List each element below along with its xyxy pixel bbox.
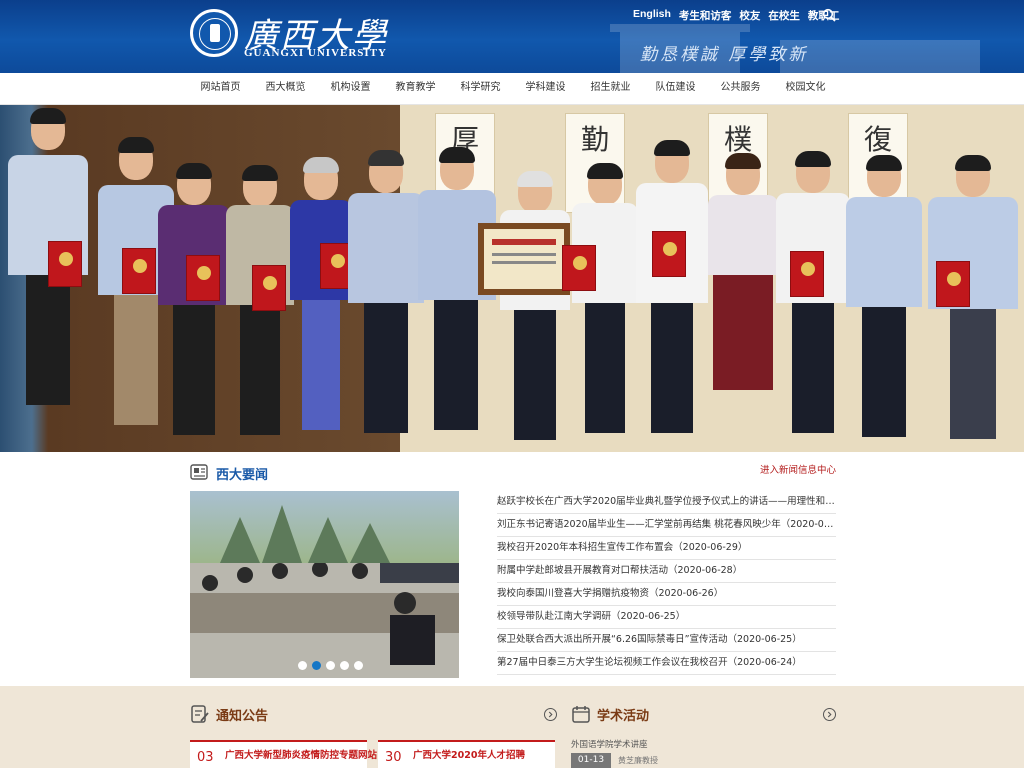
notice-card[interactable]: 30 广西大学2020年人才招聘 — [378, 740, 555, 768]
notice-title: 通知公告 — [216, 709, 269, 724]
nav-item-organization[interactable]: 机构设置 — [318, 73, 383, 103]
calendar-icon — [572, 706, 590, 723]
notice-date-day: 30 — [385, 750, 402, 765]
news-center-link[interactable]: 进入新闻信息中心 — [760, 462, 836, 476]
news-item[interactable]: 刘正东书记寄语2020届毕业生——汇学堂前再结集 桃花春风映少年（2020-06… — [497, 514, 836, 537]
activity-header: 学术活动 — [571, 704, 771, 726]
university-motto: 勤恳樸誠 厚學致新 — [640, 45, 809, 65]
nav-item-overview[interactable]: 西大概览 — [253, 73, 318, 103]
top-link-english[interactable]: English — [633, 8, 671, 23]
notice-activity-section: 通知公告 03 广西大学新型肺炎疫情防控专题网站 30 广西大学2020年人才招… — [0, 686, 1024, 768]
activity-title: 学术活动 — [597, 709, 650, 724]
news-item[interactable]: 保卫处联合西大派出所开展“6.26国际禁毒日”宣传活动（2020-06-25） — [497, 629, 836, 652]
nav-item-education[interactable]: 教育教学 — [383, 73, 448, 103]
news-photo-carousel[interactable] — [190, 491, 459, 678]
news-section-header: 西大要闻 进入新闻信息中心 — [190, 460, 836, 486]
carousel-dot[interactable] — [326, 661, 335, 670]
news-item[interactable]: 校领导带队赴江南大学调研（2020-06-25） — [497, 606, 836, 629]
hero-banner[interactable]: 厚 勤 樸 復 — [0, 105, 1024, 452]
news-list: 赵跃宇校长在广西大学2020届毕业典礼暨学位授予仪式上的讲话——用理性和担当的光… — [497, 491, 836, 675]
news-item[interactable]: 我校向泰国川登喜大学捐赠抗疫物资（2020-06-26） — [497, 583, 836, 606]
news-item[interactable]: 附属中学赴郎坡县开展教育对口帮扶活动（2020-06-28） — [497, 560, 836, 583]
activity-item-date: 01-13 — [571, 753, 611, 768]
newspaper-icon — [190, 464, 208, 480]
news-item[interactable]: 我校召开2020年本科招生宣传工作布置会（2020-06-29） — [497, 537, 836, 560]
notice-date-day: 03 — [197, 750, 214, 765]
notice-edit-icon — [191, 705, 209, 723]
news-item[interactable]: 赵跃宇校长在广西大学2020届毕业典礼暨学位授予仪式上的讲话——用理性和担当的光… — [497, 491, 836, 514]
main-nav: 网站首页 西大概览 机构设置 教育教学 科学研究 学科建设 招生就业 队伍建设 … — [0, 73, 1024, 105]
university-seal-logo[interactable] — [190, 9, 238, 57]
nav-item-home[interactable]: 网站首页 — [188, 73, 253, 103]
nav-item-services[interactable]: 公共服务 — [708, 73, 773, 103]
logo-english-name[interactable]: GUANGXI UNIVERSITY — [244, 47, 387, 59]
notice-header: 通知公告 — [190, 704, 390, 726]
site-header: 廣西大學 GUANGXI UNIVERSITY English 考生和访客 校友… — [0, 0, 1024, 73]
nav-item-admissions[interactable]: 招生就业 — [578, 73, 643, 103]
search-icon[interactable] — [822, 8, 836, 22]
news-item[interactable]: 第27届中日泰三方大学生论坛视频工作会议在我校召开（2020-06-24） — [497, 652, 836, 675]
news-photo-dots — [298, 661, 363, 670]
top-link-visitors[interactable]: 考生和访客 — [679, 8, 732, 23]
carousel-dot[interactable] — [298, 661, 307, 670]
activity-item-speaker: 黄芝廉教授 — [618, 756, 658, 765]
top-link-students[interactable]: 在校生 — [768, 8, 800, 23]
notice-card[interactable]: 03 广西大学新型肺炎疫情防控专题网站 — [190, 740, 377, 768]
nav-item-research[interactable]: 科学研究 — [448, 73, 513, 103]
top-links: English 考生和访客 校友 在校生 教职工 — [633, 8, 847, 23]
notice-card-text[interactable]: 广西大学新型肺炎疫情防控专题网站 — [225, 747, 377, 761]
news-section-title: 西大要闻 — [216, 468, 269, 483]
notice-card-text[interactable]: 广西大学2020年人才招聘 — [413, 747, 525, 761]
meeting-room-mural — [190, 491, 459, 563]
carousel-dot[interactable] — [340, 661, 349, 670]
nav-item-culture[interactable]: 校园文化 — [773, 73, 838, 103]
top-link-alumni[interactable]: 校友 — [739, 8, 760, 23]
nav-item-faculty[interactable]: 队伍建设 — [643, 73, 708, 103]
nav-item-disciplines[interactable]: 学科建设 — [513, 73, 578, 103]
activity-item-title[interactable]: 外国语学院学术讲座 — [571, 738, 648, 750]
award-plaque — [478, 223, 570, 295]
notice-more-chevron-icon[interactable] — [544, 708, 557, 721]
activity-more-chevron-icon[interactable] — [823, 708, 836, 721]
carousel-dot[interactable] — [354, 661, 363, 670]
carousel-dot-active[interactable] — [312, 661, 321, 670]
